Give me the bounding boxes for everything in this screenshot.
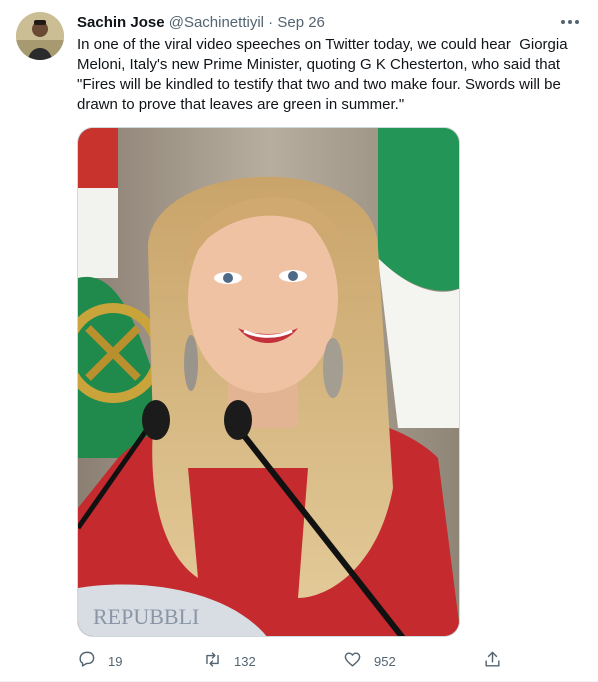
tweet-actions: 19 132 952 — [77, 649, 507, 673]
share-icon — [483, 650, 502, 672]
retweet-button[interactable]: 132 — [203, 649, 256, 673]
podium-caption: REPUBBLI — [93, 604, 199, 629]
share-button[interactable] — [483, 649, 502, 673]
user-handle[interactable]: @Sachinettiyil — [169, 14, 264, 31]
more-icon[interactable] — [558, 10, 582, 34]
retweet-icon — [203, 650, 222, 672]
tweet-photo[interactable]: REPUBBLI — [77, 127, 460, 637]
avatar[interactable] — [16, 12, 64, 60]
retweet-count: 132 — [234, 653, 256, 669]
tweet-header: Sachin Jose @Sachinettiyil · Sep 26 — [77, 13, 582, 33]
reply-count: 19 — [108, 653, 123, 669]
separator-dot: · — [268, 14, 274, 31]
like-count: 952 — [374, 653, 396, 669]
tweet[interactable]: Sachin Jose @Sachinettiyil · Sep 26 In o… — [0, 0, 598, 682]
timestamp[interactable]: Sep 26 — [277, 14, 325, 31]
reply-button[interactable]: 19 — [77, 649, 122, 673]
like-button[interactable]: 952 — [343, 649, 396, 673]
display-name[interactable]: Sachin Jose — [77, 14, 165, 31]
reply-icon — [77, 650, 96, 672]
like-icon — [343, 650, 362, 672]
tweet-text: In one of the viral video speeches on Tw… — [77, 36, 572, 113]
